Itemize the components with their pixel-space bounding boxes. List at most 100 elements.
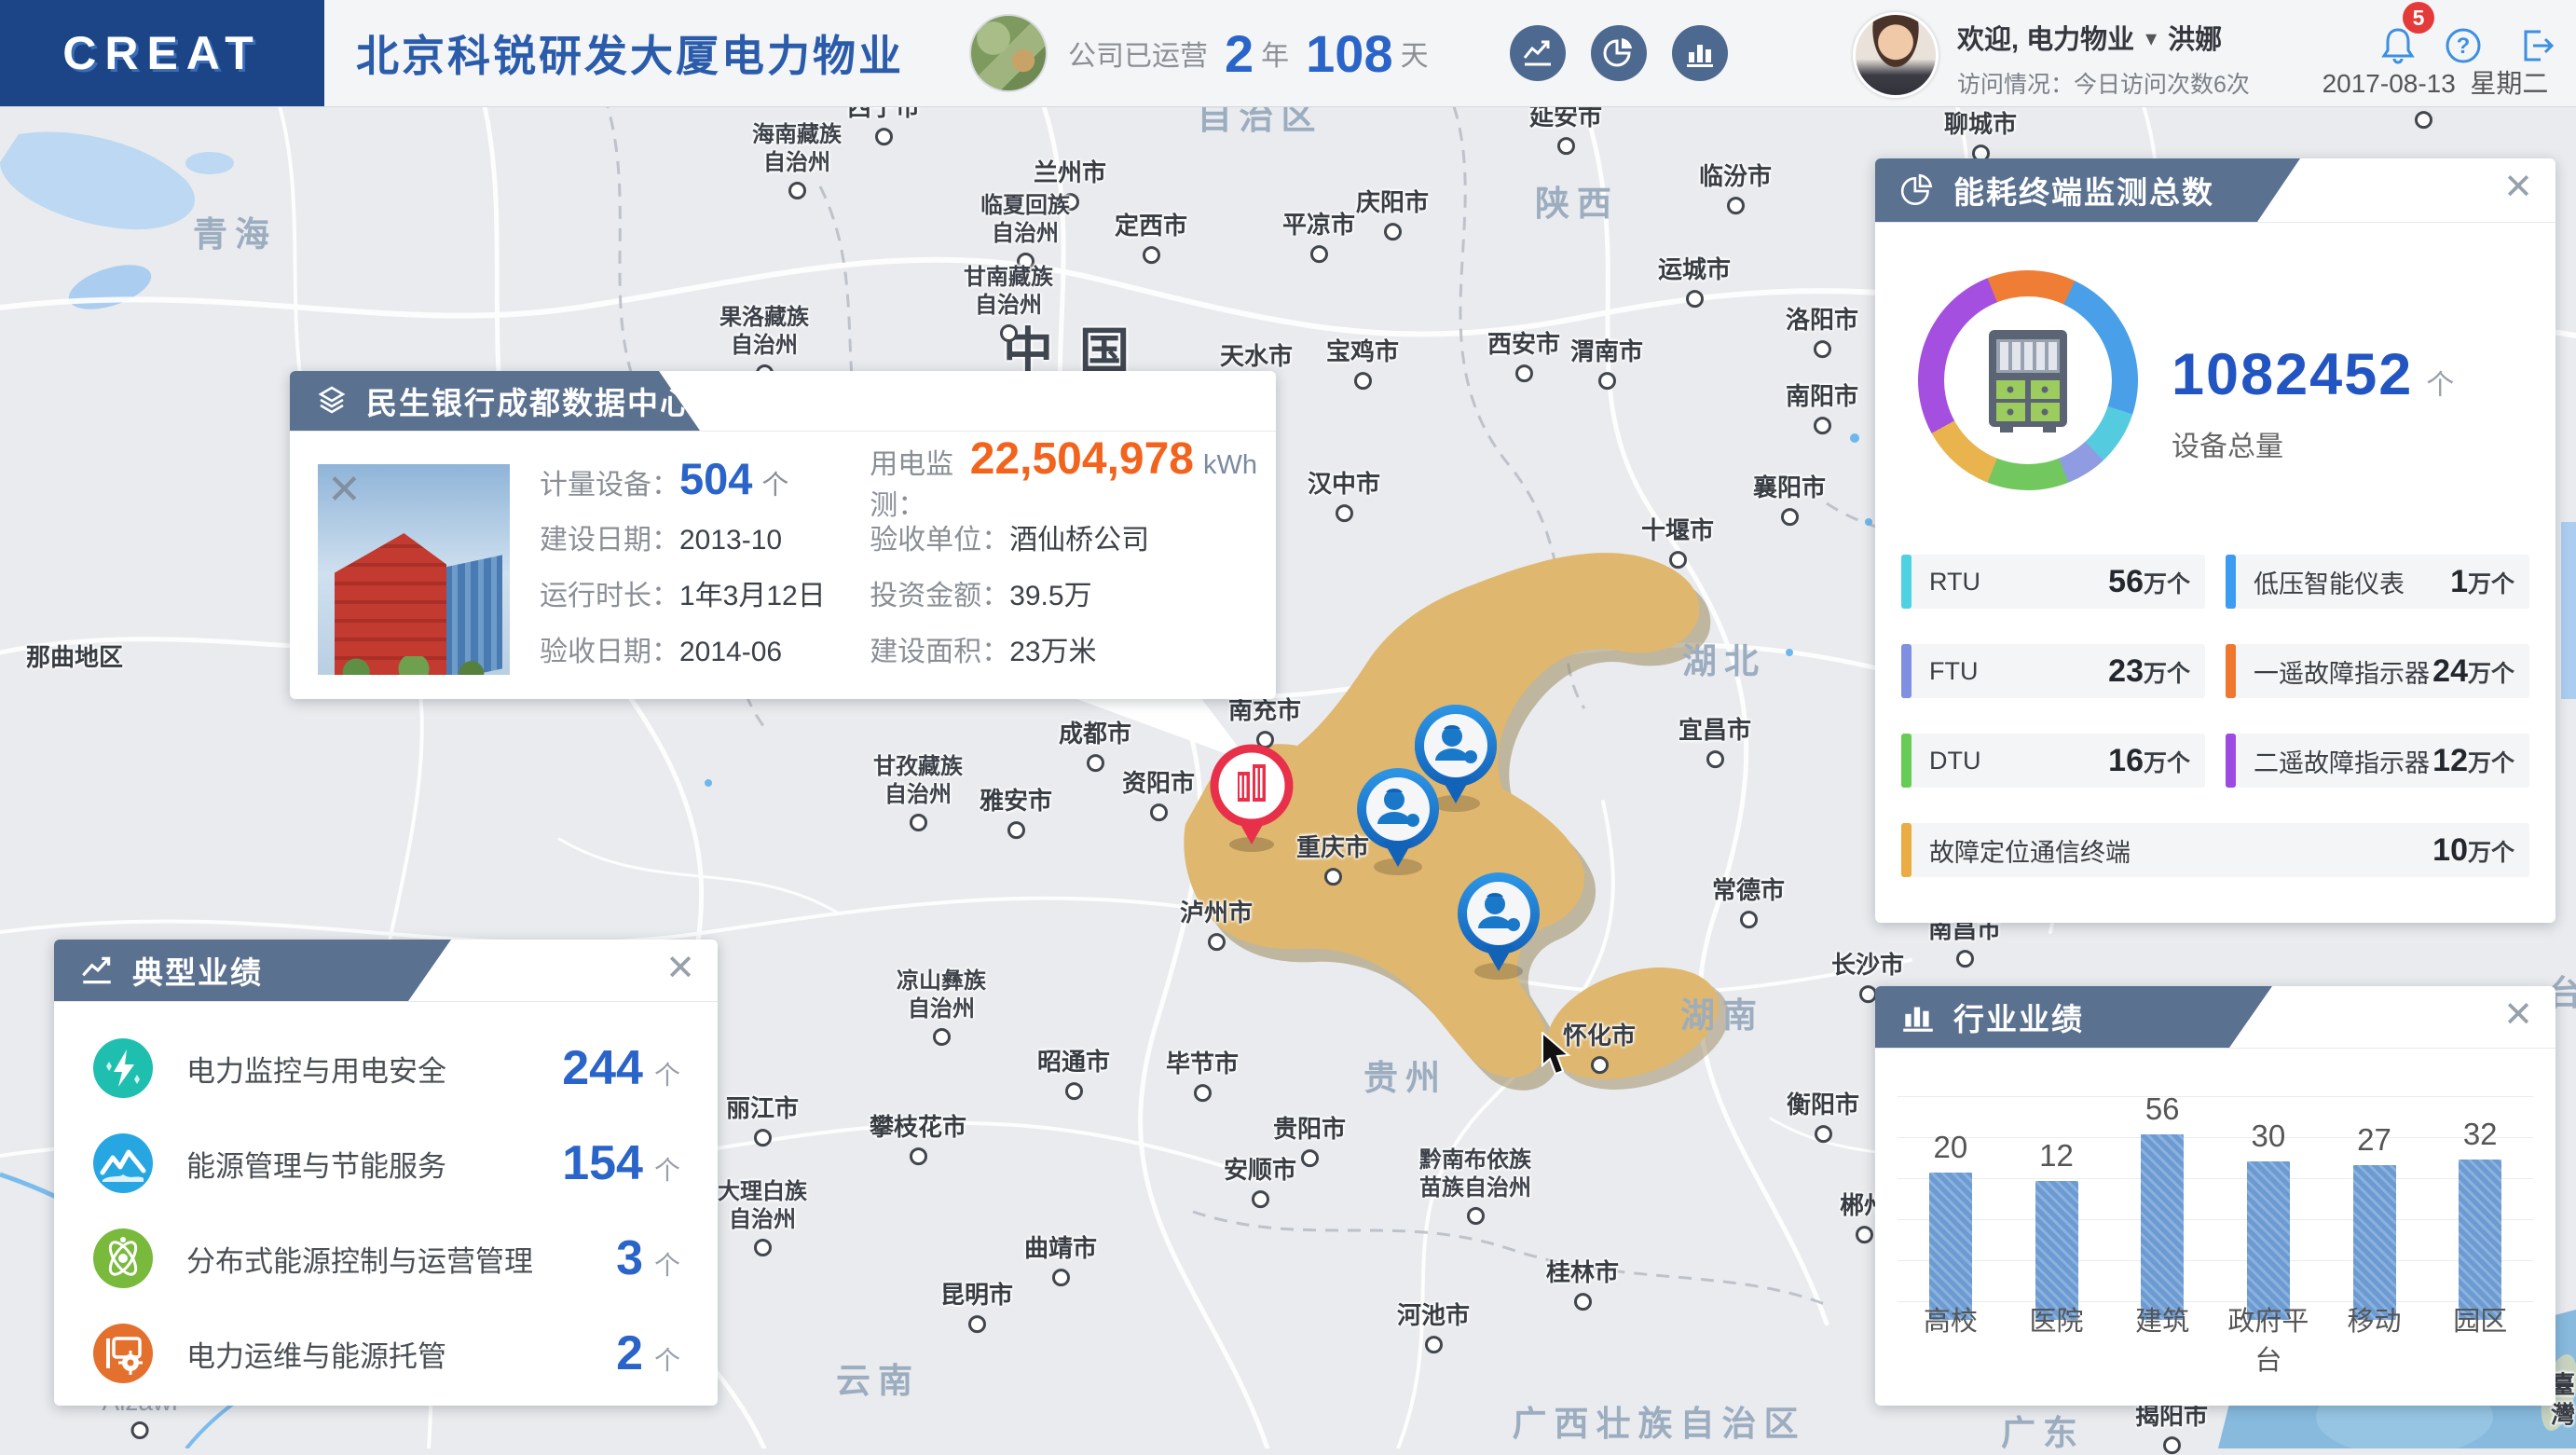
performance-row: 能源管理与节能服务 154个 [91,1120,680,1206]
notification-badge: 5 [2403,2,2434,34]
user-avatar[interactable] [1853,12,1939,98]
trend-chart-icon[interactable] [1510,25,1566,81]
close-icon[interactable] [2503,170,2533,205]
legend-color-bar [2226,734,2236,788]
field-build-area: 建设面积23万米 [870,628,1257,669]
field-accept-date: 验收日期2014-06 [540,628,870,669]
bar [2247,1161,2290,1320]
company-thumbnail[interactable] [969,14,1048,92]
industry-performance-panel: 行业业绩 201256302732 高校医院建筑政府平台移动园区 [1875,986,2555,1406]
bar-slot: 56 [2109,1091,2215,1320]
current-date: 2017-08-13 星期二 [2302,63,2569,101]
legend-color-bar [1901,555,1911,609]
close-icon[interactable] [665,951,695,986]
svg-text:?: ? [2457,34,2471,59]
category-label: 政府平台 [2215,1299,2322,1378]
field-investment: 投资金额39.5万 [870,572,1257,613]
category-label: 建筑 [2109,1299,2215,1378]
site-photo [318,464,510,675]
device-total-number: 1082452 [2172,341,2413,408]
legend-row: RTU56万个 [1901,555,2205,609]
bar [1929,1173,1972,1320]
top-header: CREAT 北京科锐研发大厦电力物业 公司已运营 2 年 108 天 [0,0,2576,107]
page-title: 北京科锐研发大厦电力物业 [356,0,904,106]
chart-bars: 201256302732 [1898,1072,2533,1320]
performance-row: 电力监控与用电安全 244个 [91,1025,680,1111]
user-info: 欢迎, 电力物业 洪娜 访问情况：今日访问次数6次 [1957,12,2250,100]
bar-slot: 12 [2004,1138,2110,1320]
pie-chart-icon [1899,172,1937,209]
panel-title: 行业业绩 [1953,995,2084,1039]
operating-years-unit: 年 [1261,33,1289,74]
bar-slot: 27 [2322,1122,2428,1320]
device-total-label: 设备总量 [2172,423,2454,464]
legend-row: 低压智能仪表1万个 [2226,555,2529,609]
operating-days-unit: 天 [1401,33,1429,74]
operating-label: 公司已运营 [1068,33,1208,74]
legend-row: 故障定位通信终端10万个 [1901,823,2529,877]
pie-chart-icon[interactable] [1591,25,1647,81]
bar-chart-icon [1899,998,1937,1036]
panel-title: 典型业绩 [132,948,263,993]
popup-title: 民生银行成都数据中心 [366,378,692,423]
legend-color-bar [1901,823,1911,877]
panel-header: 典型业绩 [54,940,451,1001]
worker-pin[interactable] [1357,768,1439,875]
category-label: 园区 [2427,1299,2533,1378]
terminal-legend: RTU56万个低压智能仪表1万个 FTU23万个一遥故障指示器24万个 DTU16万… [1901,555,2529,877]
bar [2141,1134,2184,1320]
legend-color-bar [2226,555,2236,609]
panel-header: 行业业绩 [1875,986,2272,1048]
device-donut-chart [1918,270,2138,490]
field-power-monitor: 用电监测22,504,978kWh [870,433,1257,523]
legend-color-bar [1901,734,1911,788]
device-total: 1082452 个 设备总量 [2172,341,2454,464]
chevron-down-icon[interactable] [2145,22,2157,53]
legend-row: DTU16万个 [1901,734,2205,788]
legend-color-bar [1901,644,1911,698]
bar-chart-icon[interactable] [1672,25,1728,81]
bar-slot: 32 [2427,1117,2533,1320]
worker-pin[interactable] [1458,872,1540,980]
bar [2459,1160,2501,1320]
lightning-icon [91,1036,155,1100]
operating-days: 108 [1306,23,1392,84]
site-pin-selected[interactable] [1214,748,1289,852]
ops-gear-icon [91,1322,155,1385]
legend-row: 一遥故障指示器24万个 [2226,644,2529,698]
user-name: 洪娜 [2168,18,2222,57]
chart-categories: 高校医院建筑政府平台移动园区 [1898,1299,2533,1378]
performance-row: 电力运维与能源托管 2个 [91,1311,680,1396]
visit-stats: 访问情况：今日访问次数6次 [1957,66,2250,100]
field-run-time: 运行时长1年3月12日 [540,572,870,613]
layers-icon [314,383,349,419]
logo-text: CREAT [62,26,262,80]
operating-duration: 公司已运营 2 年 108 天 [969,0,1429,106]
popup-header: 民生银行成都数据中心 [290,371,700,431]
typical-performance-panel: 典型业绩 电力监控与用电安全 244个 能源管理与节能服务 154个 [54,940,718,1406]
close-icon[interactable] [327,466,362,514]
device-total-unit: 个 [2426,362,2454,403]
logo[interactable]: CREAT [0,0,324,106]
performance-rows: 电力监控与用电安全 244个 能源管理与节能服务 154个 分布式能源控制与运营… [91,1025,680,1406]
logout-icon[interactable] [2514,24,2557,67]
field-meter-count: 计量设备504个 [540,453,870,504]
field-build-date: 建设日期2013-10 [540,516,870,557]
popup-tail [1072,697,1250,762]
legend-row: FTU23万个 [1901,644,2205,698]
operating-years: 2 [1225,23,1254,84]
user-area: 欢迎, 电力物业 洪娜 访问情况：今日访问次数6次 [1853,12,2250,100]
mouse-cursor [1541,1032,1581,1077]
category-label: 医院 [2004,1299,2110,1378]
site-info-popup: 民生银行成都数据中心 计量设备504个 用电监测22,504,978kWh 建设… [290,371,1276,699]
welcome-text: 欢迎, 电力物业 [1957,18,2134,57]
legend-color-bar [2226,644,2236,698]
bar [2353,1165,2396,1320]
header-toolbar [1510,25,1728,81]
category-label: 移动 [2322,1299,2428,1378]
category-label: 高校 [1898,1299,2004,1378]
help-icon[interactable]: ? [2442,24,2485,67]
bar-slot: 20 [1898,1130,2004,1320]
close-icon[interactable] [2503,997,2533,1033]
energy-wave-icon [91,1132,155,1195]
